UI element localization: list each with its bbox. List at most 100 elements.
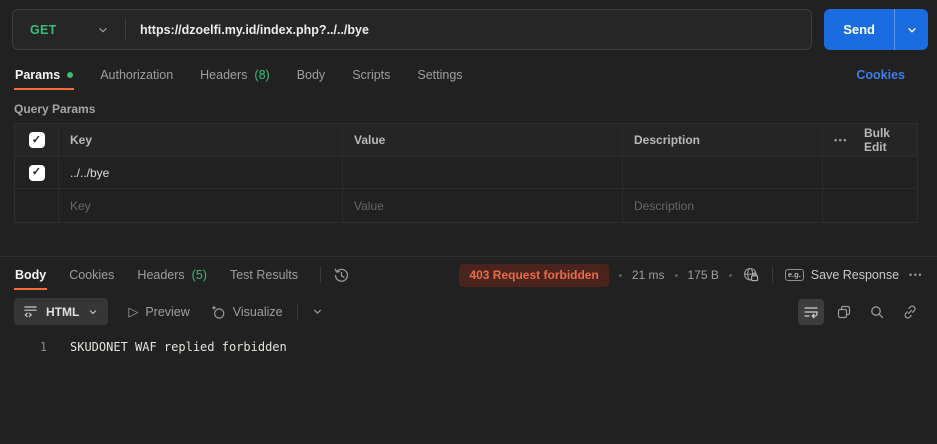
tab-response-cookies[interactable]: Cookies xyxy=(68,260,115,290)
tab-test-results[interactable]: Test Results xyxy=(229,260,299,290)
save-response-button[interactable]: e.g. Save Response xyxy=(785,268,899,282)
response-more-menu-icon[interactable]: ••• xyxy=(909,270,923,280)
tab-response-body[interactable]: Body xyxy=(14,260,47,290)
code-line-number: 1 xyxy=(0,340,47,354)
request-tabs: Params Authorization Headers (8) Body Sc… xyxy=(0,58,937,92)
word-wrap-button[interactable] xyxy=(798,299,824,325)
response-viewer-toolbar: HTML ▷ Preview Visualize xyxy=(0,293,937,331)
word-wrap-icon xyxy=(803,304,819,320)
tab-body-label: Body xyxy=(297,68,326,82)
tab-response-body-label: Body xyxy=(15,268,46,282)
response-history-icon[interactable] xyxy=(333,267,350,284)
response-tabs-divider xyxy=(320,267,321,283)
response-body-viewer: 1 SKUDONET WAF replied forbidden xyxy=(0,331,937,363)
preview-button[interactable]: ▷ Preview xyxy=(128,304,189,320)
new-param-row-actions xyxy=(823,189,917,222)
select-all-checkbox[interactable]: ✓ xyxy=(29,132,45,148)
meta-separator-dot xyxy=(619,274,622,277)
copy-icon xyxy=(836,304,852,320)
params-active-dot xyxy=(67,72,73,78)
link-button[interactable] xyxy=(897,299,923,325)
tab-body[interactable]: Body xyxy=(296,60,327,90)
select-all-cell: ✓ xyxy=(15,124,59,157)
tab-params-label: Params xyxy=(15,68,60,82)
copy-button[interactable] xyxy=(831,299,857,325)
chevron-down-icon xyxy=(87,306,99,318)
chevron-down-icon xyxy=(96,23,110,37)
new-param-description-field[interactable]: Description xyxy=(623,189,823,222)
tab-scripts[interactable]: Scripts xyxy=(351,60,391,90)
new-param-value-field[interactable]: Value xyxy=(343,189,623,222)
response-time: 21 ms xyxy=(632,268,665,282)
query-params-title: Query Params xyxy=(14,102,937,116)
response-tabs: Body Cookies Headers (5) Test Results xyxy=(0,257,937,293)
link-icon xyxy=(902,304,918,320)
table-actions-cell: ••• Bulk Edit xyxy=(823,124,917,157)
tab-authorization[interactable]: Authorization xyxy=(99,60,174,90)
column-header-key: Key xyxy=(59,124,343,157)
meta-divider xyxy=(772,267,773,283)
url-box: GET xyxy=(12,9,812,50)
format-label: HTML xyxy=(46,305,79,319)
chevron-down-icon xyxy=(905,23,919,37)
row-checkbox-cell: ✓ xyxy=(15,157,59,189)
response-headers-count: (5) xyxy=(192,268,207,282)
tab-response-headers[interactable]: Headers (5) xyxy=(136,260,208,290)
tab-headers-label: Headers xyxy=(200,68,247,82)
tab-response-cookies-label: Cookies xyxy=(69,268,114,282)
column-header-description: Description xyxy=(623,124,823,157)
tab-settings[interactable]: Settings xyxy=(416,60,463,90)
row-checkbox[interactable]: ✓ xyxy=(29,165,45,181)
response-section: Body Cookies Headers (5) Test Results xyxy=(0,256,937,363)
column-header-value: Value xyxy=(343,124,623,157)
method-label: GET xyxy=(30,23,57,37)
bulk-edit-button[interactable]: Bulk Edit xyxy=(864,126,903,154)
visualize-label: Visualize xyxy=(233,305,283,319)
method-select[interactable]: GET xyxy=(13,23,125,37)
request-bar: GET Send xyxy=(0,0,937,58)
tab-response-headers-label: Headers xyxy=(137,268,184,282)
viewer-icon-group xyxy=(798,299,923,325)
tab-settings-label: Settings xyxy=(417,68,462,82)
headers-count: (8) xyxy=(254,68,269,82)
send-button[interactable]: Send xyxy=(824,9,928,50)
preview-label: Preview xyxy=(145,305,189,319)
status-badge: 403 Request forbidden xyxy=(459,264,608,287)
tab-headers[interactable]: Headers (8) xyxy=(199,60,271,90)
tab-params[interactable]: Params xyxy=(14,60,74,90)
format-select[interactable]: HTML xyxy=(14,298,108,325)
visualize-button[interactable]: Visualize xyxy=(210,304,283,320)
params-more-menu-icon[interactable]: ••• xyxy=(834,135,848,145)
chevron-down-icon xyxy=(311,305,324,318)
response-meta: 403 Request forbidden 21 ms 175 B xyxy=(459,264,923,287)
param-value-field[interactable] xyxy=(343,157,623,189)
visualize-magic-icon xyxy=(210,304,226,320)
code-line-content: SKUDONET WAF replied forbidden xyxy=(70,340,287,354)
meta-separator-dot xyxy=(675,274,678,277)
save-as-example-icon: e.g. xyxy=(785,269,804,281)
new-row-checkbox-cell xyxy=(15,189,59,222)
search-button[interactable] xyxy=(864,299,890,325)
new-param-key-field[interactable]: Key xyxy=(59,189,343,222)
network-security-icon[interactable] xyxy=(742,266,760,284)
viewer-options-chevron[interactable] xyxy=(311,305,324,318)
send-label: Send xyxy=(824,9,894,50)
response-size: 175 B xyxy=(688,268,719,282)
save-response-label: Save Response xyxy=(811,268,899,282)
pretty-format-icon xyxy=(23,304,38,319)
cookies-link[interactable]: Cookies xyxy=(856,68,905,82)
tab-authorization-label: Authorization xyxy=(100,68,173,82)
toolbar-divider xyxy=(297,304,298,320)
play-icon: ▷ xyxy=(128,304,138,320)
search-icon xyxy=(869,304,885,320)
meta-separator-dot xyxy=(729,274,732,277)
send-options-button[interactable] xyxy=(895,9,928,50)
query-params-table: ✓ Key Value Description ••• Bulk Edit ✓ … xyxy=(14,123,918,223)
api-client-window: GET Send Params Authorization Headers xyxy=(0,0,937,444)
url-input[interactable] xyxy=(126,23,811,37)
param-description-field[interactable] xyxy=(623,157,823,189)
tab-scripts-label: Scripts xyxy=(352,68,390,82)
tab-test-results-label: Test Results xyxy=(230,268,298,282)
param-row-actions xyxy=(823,157,917,189)
param-key-field[interactable]: ../../bye xyxy=(59,157,343,189)
